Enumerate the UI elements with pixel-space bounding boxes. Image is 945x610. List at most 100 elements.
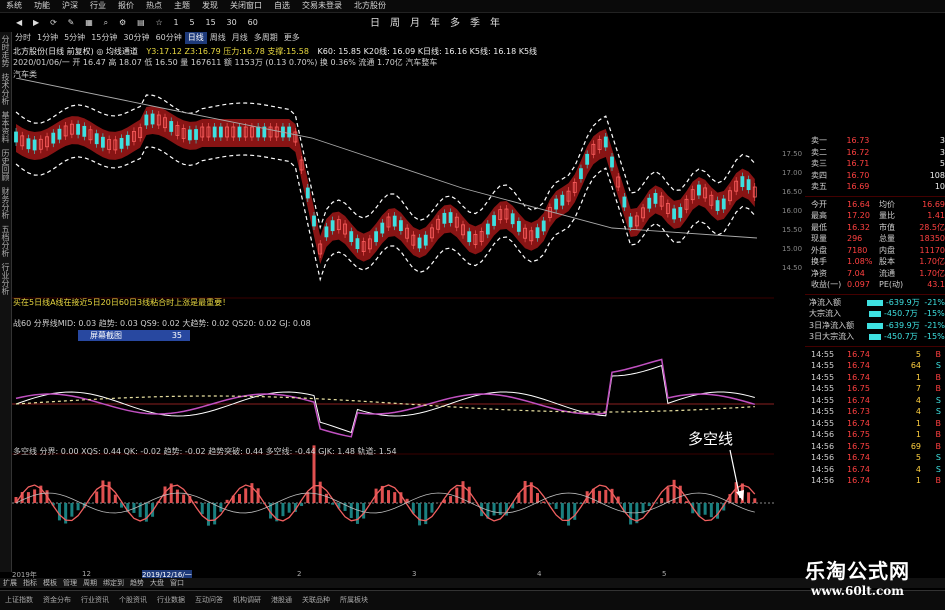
period-5[interactable]: 5 (186, 12, 199, 34)
left-tab[interactable]: 技术分析 (0, 70, 11, 108)
menu-item[interactable]: 关闭窗口 (224, 0, 268, 12)
period-15[interactable]: 15 (201, 12, 219, 34)
tab-period[interactable]: 月线 (229, 32, 251, 44)
left-tab[interactable]: 五档分析 (0, 222, 11, 260)
flow-row: 净流入额 -639.9万 -21% (805, 297, 945, 309)
stat-value: 16.69 (922, 199, 945, 209)
price-band (16, 106, 755, 264)
tab-period[interactable]: 15分钟 (88, 32, 120, 44)
period-button[interactable]: 年 (425, 14, 445, 29)
menu-item[interactable]: 发现 (196, 0, 224, 12)
left-tab[interactable]: 分时走势 (0, 32, 11, 70)
refresh-icon[interactable]: ⟳ (46, 12, 61, 34)
tick-row: 14:55 16.74 4 S (805, 395, 945, 407)
period-button[interactable]: 多 (445, 14, 465, 29)
tick-price: 16.74 (847, 349, 870, 359)
bottom-tab[interactable]: 周期 (80, 578, 100, 588)
menu-item[interactable]: 沪深 (56, 0, 84, 12)
period-button[interactable]: 月 (405, 14, 425, 29)
flow-value: -450.7万 (884, 309, 918, 318)
bottom-tab[interactable]: 趋势 (127, 578, 147, 588)
grid-icon[interactable]: ▦ (81, 12, 97, 34)
tick-row: 14:56 16.74 5 S (805, 452, 945, 464)
tab-period[interactable]: 分时 (12, 32, 34, 44)
sell-volume: 3 (939, 147, 945, 157)
stat-row: 收益(一) 0.097 PE(动) 43.1 (805, 279, 945, 291)
status-tab[interactable]: 关联品种 (297, 591, 335, 610)
status-tab[interactable]: 上证指数 (0, 591, 38, 610)
tab-period[interactable]: 日线 (184, 32, 207, 44)
tab-period[interactable]: 30分钟 (120, 32, 152, 44)
left-tab[interactable]: 历史回顾 (0, 146, 11, 184)
period-button[interactable]: 季 (465, 14, 485, 29)
stat-label: 流通 (879, 268, 895, 278)
menu-item[interactable]: 功能 (28, 0, 56, 12)
bottom-tab[interactable]: 绑定到 (100, 578, 127, 588)
status-tab[interactable]: 互动问答 (190, 591, 228, 610)
tick-time: 14:56 (811, 430, 835, 439)
bottom-tab[interactable]: 指标 (20, 578, 40, 588)
left-tab[interactable]: 基本资料 (0, 108, 11, 146)
bottom-tab[interactable]: 窗口 (167, 578, 187, 588)
menu-item[interactable]: 行业 (84, 0, 112, 12)
tick-direction: B (935, 476, 942, 485)
status-tab[interactable]: 港股通 (266, 591, 297, 610)
flow-pct: -21% (924, 320, 945, 330)
tab-period[interactable]: 1分钟 (34, 32, 61, 44)
stat-label: 现量 (811, 234, 827, 243)
stat-label: 股本 (879, 257, 895, 266)
stat-label: 外盘 (811, 245, 827, 255)
stat-value: 18350 (919, 234, 945, 243)
menu-item[interactable]: 交易未登录 (296, 0, 348, 12)
left-nav-strip: 分时走势 技术分析 基本资料 历史回顾 财务分析 五档分析 行业分析 (0, 32, 12, 572)
menu-item[interactable]: 自选 (268, 0, 296, 12)
stat-row: 外盘 7180 内盘 11170 (805, 245, 945, 257)
tag-label: 屏幕截图 (90, 331, 122, 340)
settings-icon[interactable]: ⚙ (115, 12, 130, 34)
back-icon[interactable]: ◀ (12, 12, 26, 34)
tab-period[interactable]: 5分钟 (61, 32, 88, 44)
tick-volume: 1 (915, 418, 921, 428)
tick-time: 14:55 (811, 361, 835, 370)
period-button[interactable]: 年 (485, 14, 505, 29)
stat-value: 17.20 (847, 211, 870, 220)
tab-period[interactable]: 多周期 (251, 32, 281, 44)
bottom-tab[interactable]: 管理 (60, 578, 80, 588)
menu-item[interactable]: 系统 (0, 0, 28, 12)
status-tab[interactable]: 机构调研 (228, 591, 266, 610)
period-button[interactable]: 周 (385, 14, 405, 29)
stat-row: 最高 17.20 量比 1.41 (805, 210, 945, 222)
sell-label: 卖二 (811, 147, 827, 157)
menu-item[interactable]: 北方股份 (348, 0, 392, 12)
tab-period[interactable]: 周线 (207, 32, 229, 44)
status-tab[interactable]: 个股资讯 (114, 591, 152, 610)
tab-period[interactable]: 60分钟 (153, 32, 185, 44)
bottom-tab[interactable]: 大盘 (147, 578, 167, 588)
menu-item[interactable]: 热点 (140, 0, 168, 12)
left-tab[interactable]: 财务分析 (0, 184, 11, 222)
layout-icon[interactable]: ▤ (133, 12, 149, 34)
status-tab[interactable]: 行业数据 (152, 591, 190, 610)
period-button[interactable]: 日 (365, 14, 385, 29)
bottom-tab[interactable]: 模板 (40, 578, 60, 588)
period-30[interactable]: 30 (223, 12, 241, 34)
left-tab[interactable]: 行业分析 (0, 260, 11, 298)
tab-period[interactable]: 更多 (281, 32, 303, 44)
status-tab[interactable]: 资金分布 (38, 591, 76, 610)
status-tab[interactable]: 所属板块 (335, 591, 373, 610)
period-1[interactable]: 1 (170, 12, 183, 34)
tag-value: 35 (171, 331, 182, 340)
search-icon[interactable]: ⌕ (100, 12, 112, 34)
period-60[interactable]: 60 (244, 12, 262, 34)
star-icon[interactable]: ☆ (152, 12, 167, 34)
sell-volume: 5 (939, 159, 945, 168)
bottom-tab[interactable]: 扩展 (0, 578, 20, 588)
flow-row: 3日大宗流入 -450.7万 -15% (805, 331, 945, 343)
bar-info: 2020/01/06/一 开 16.47 高 18.07 低 16.50 量 1… (13, 58, 438, 67)
status-tab[interactable]: 行业资讯 (76, 591, 114, 610)
channel-lines (15, 78, 758, 282)
menu-item[interactable]: 主题 (168, 0, 196, 12)
forward-icon[interactable]: ▶ (29, 12, 43, 34)
draw-icon[interactable]: ✎ (64, 12, 79, 34)
menu-item[interactable]: 报价 (112, 0, 140, 12)
